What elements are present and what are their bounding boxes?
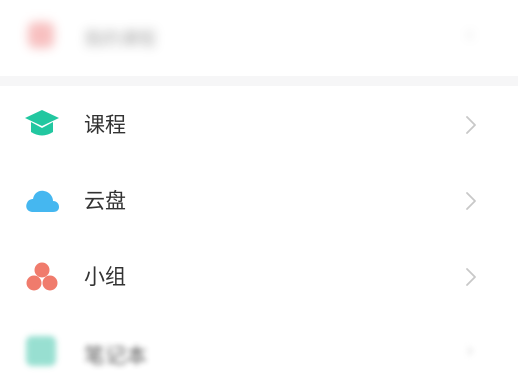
notebook-icon [26, 336, 56, 366]
menu-item-blurred-top[interactable]: 我的课程 › [0, 0, 518, 76]
chevron-right-icon: › [466, 338, 474, 362]
menu-screen: 我的课程 › 课程 云盘 小组 笔记本 › [0, 0, 518, 368]
menu-item-label: 云盘 [84, 189, 126, 213]
group-icon [26, 262, 58, 291]
menu-item-label: 我的课程 [84, 29, 156, 50]
chevron-right-icon [466, 268, 476, 286]
graduation-cap-icon [25, 110, 59, 136]
menu-item-courses[interactable]: 课程 [0, 87, 518, 163]
menu-item-groups[interactable]: 小组 [0, 239, 518, 315]
menu-item-label: 课程 [84, 113, 126, 137]
chevron-right-icon [466, 192, 476, 210]
menu-item-notebook[interactable]: 笔记本 › [0, 326, 518, 386]
menu-item-cloud-drive[interactable]: 云盘 [0, 163, 518, 239]
chevron-right-icon: › [466, 22, 474, 46]
cloud-icon [26, 190, 59, 212]
menu-item-label: 小组 [84, 265, 126, 289]
blurred-red-icon [28, 22, 54, 48]
section-divider [0, 76, 518, 86]
menu-item-label: 笔记本 [84, 344, 147, 368]
chevron-right-icon [466, 116, 476, 134]
